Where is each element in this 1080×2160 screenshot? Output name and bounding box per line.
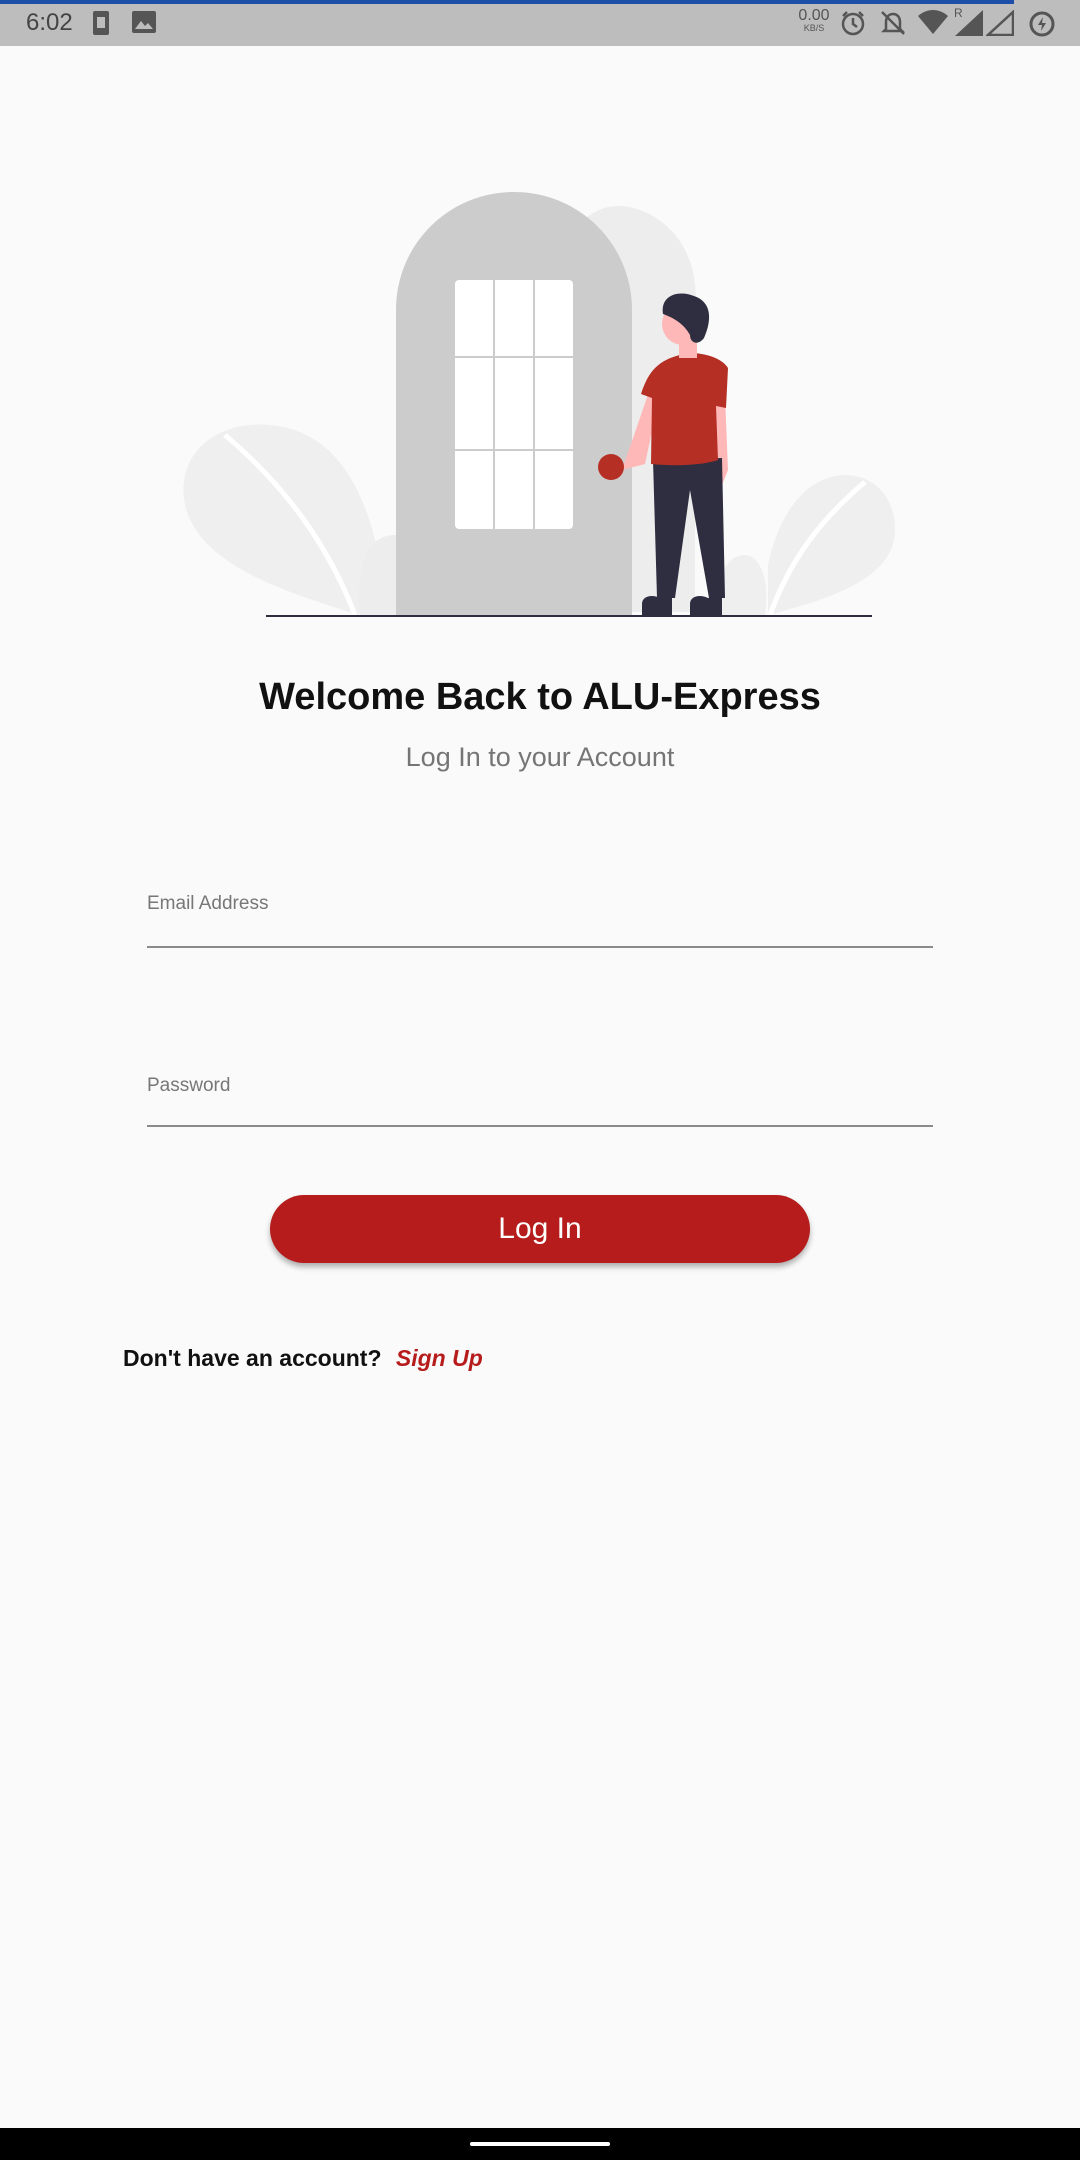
left-plant xyxy=(183,424,377,616)
signup-prompt: Don't have an account? xyxy=(123,1345,382,1371)
notifications-off-icon xyxy=(880,11,906,35)
status-bar-progress-line xyxy=(0,0,1014,4)
network-speed-unit: KB/S xyxy=(803,23,825,33)
welcome-illustration xyxy=(183,192,895,617)
sim-card-icon xyxy=(93,11,109,35)
right-plant xyxy=(719,474,895,616)
home-gesture-handle[interactable] xyxy=(470,2142,610,2146)
navigation-bar xyxy=(0,2128,1080,2160)
network-speed-indicator: 0.00 KB/S xyxy=(794,8,834,33)
page-subtitle: Log In to your Account xyxy=(405,742,675,772)
network-speed-value: 0.00 xyxy=(798,7,830,24)
email-field-underline xyxy=(147,946,933,948)
password-field-underline xyxy=(147,1125,933,1127)
page-title: Welcome Back to ALU-Express xyxy=(259,676,821,718)
password-input[interactable] xyxy=(147,1075,937,1137)
status-time: 6:02 xyxy=(26,9,73,36)
door xyxy=(396,192,632,615)
signal-empty-icon xyxy=(986,10,1014,36)
battery-saver-icon xyxy=(1029,11,1055,37)
alarm-icon xyxy=(841,11,865,36)
status-bar: 6:02 0.00 KB/S R xyxy=(0,0,1080,46)
image-icon xyxy=(132,11,156,33)
login-button[interactable]: Log In xyxy=(270,1195,810,1263)
signup-link[interactable]: Sign Up xyxy=(396,1345,483,1371)
email-field[interactable]: Email Address xyxy=(147,893,937,955)
wifi-icon xyxy=(918,10,948,34)
signup-row: Don't have an account? Sign Up xyxy=(123,1345,483,1372)
signal-icon xyxy=(955,10,983,36)
password-field[interactable]: Password xyxy=(147,1075,937,1137)
